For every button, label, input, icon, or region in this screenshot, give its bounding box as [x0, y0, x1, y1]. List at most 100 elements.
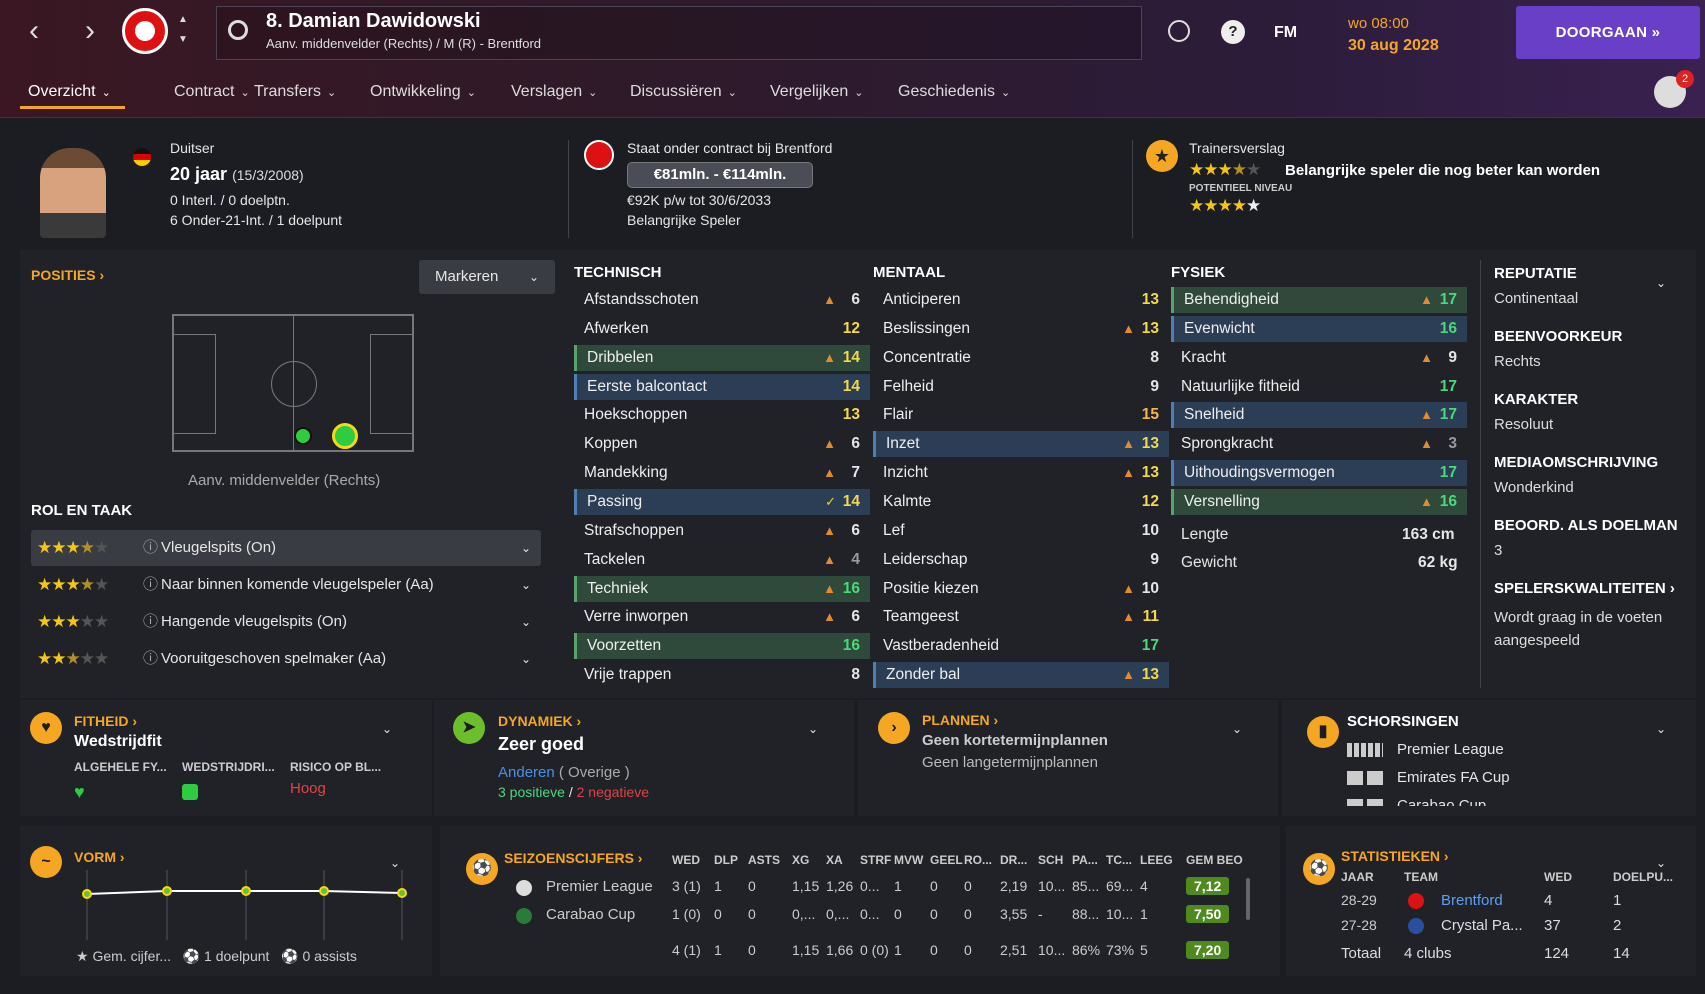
attr-value: 17 — [1439, 291, 1457, 308]
scrollbar[interactable] — [1246, 878, 1250, 920]
attr-value: 7 — [851, 464, 860, 482]
club-badge — [1408, 893, 1424, 909]
season-col-header[interactable]: GEEL — [930, 853, 963, 867]
traits-header[interactable]: SPELERSKWALITEITEN › — [1494, 580, 1675, 597]
attr-row: Evenwicht 16 — [1171, 315, 1467, 342]
stats-total-apps: 124 — [1544, 945, 1570, 962]
season-col-header[interactable]: GEM BEO — [1186, 853, 1243, 867]
tab-verslagen[interactable]: Verslagen ⌄ — [511, 83, 597, 101]
chevron-down-icon[interactable]: ⌄ — [390, 856, 400, 870]
forward-icon[interactable]: › — [76, 16, 104, 46]
mark-dropdown[interactable]: Markeren ⌄ — [419, 260, 555, 294]
chevron-down-icon[interactable]: ⌄ — [1656, 276, 1666, 290]
attr-row: Dribbelen ▲ 14 — [574, 344, 870, 371]
season-col-header[interactable]: TC... — [1106, 853, 1132, 867]
stats-team[interactable]: Crystal Pa... — [1441, 917, 1523, 934]
current-ability-stars: ★★★★★ — [1189, 160, 1261, 179]
tab-ontwikkeling[interactable]: Ontwikkeling ⌄ — [370, 83, 476, 101]
stats-col-header[interactable]: JAAR — [1341, 870, 1374, 884]
season-col-header[interactable]: XA — [826, 853, 843, 867]
season-col-header[interactable]: DR... — [1000, 853, 1027, 867]
chevron-down-icon[interactable]: ⌄ — [382, 722, 392, 736]
season-col-header[interactable]: ASTS — [748, 853, 780, 867]
tab-geschiedenis[interactable]: Geschiedenis ⌄ — [898, 83, 1010, 101]
attr-name: Techniek — [587, 579, 649, 597]
competition-name[interactable]: Carabao Cup — [546, 906, 635, 923]
chevron-down-icon[interactable]: ⌄ — [1656, 856, 1666, 870]
help-icon[interactable]: ? — [1221, 20, 1245, 44]
season-total-cell: 0 — [964, 942, 972, 958]
attr-name: Vastberadenheid — [883, 637, 1000, 655]
season-total-cell: 2,51 — [1000, 942, 1028, 958]
attr-row: Versnelling ▲ 16 — [1171, 488, 1467, 515]
season-col-header[interactable]: SCH — [1038, 853, 1063, 867]
heart-green-icon: ♥ — [74, 782, 85, 802]
tab-overzicht[interactable]: Overzicht ⌄ — [28, 83, 111, 101]
traits-value: Wordt graag in de voeten aangespeeld — [1494, 609, 1663, 649]
attr-name: Vrije trappen — [584, 666, 672, 684]
season-header[interactable]: SEIZOENSCIJFERS › — [504, 850, 642, 866]
attr-value: 11 — [1142, 608, 1159, 626]
season-col-header[interactable]: DLP — [714, 853, 738, 867]
attr-value: 15 — [1141, 406, 1159, 424]
stats-col-header[interactable]: DOELPU... — [1613, 870, 1673, 884]
season-col-header[interactable]: STRF — [860, 853, 891, 867]
plans-header[interactable]: PLANNEN › — [922, 712, 998, 728]
arrow-up-icon: ▲ — [1122, 667, 1135, 683]
attr-value: 4 — [851, 550, 860, 568]
chevron-up-icon[interactable]: ▲ — [178, 14, 188, 25]
fm-logo[interactable]: FM — [1274, 24, 1297, 42]
competition-name[interactable]: Premier League — [546, 878, 653, 895]
tab-vergelijken[interactable]: Vergelijken ⌄ — [770, 83, 864, 101]
form-header[interactable]: VORM › — [74, 849, 125, 865]
role-row[interactable]: ★★★★★ ⓘ Naar binnen komende vleugelspeler … — [31, 567, 541, 603]
role-row[interactable]: ★★★★★ ⓘ Hangende vleugelspits (On) ⌄ — [31, 604, 541, 640]
attr-row: Lef 10 — [873, 518, 1169, 544]
season-cell: 0 — [748, 878, 756, 894]
arrow-up-icon: ▲ — [823, 349, 836, 365]
role-row[interactable]: ★★★★★ ⓘ Vooruitgeschoven spelmaker (Aa) ⌄ — [31, 641, 541, 677]
chevron-down-icon[interactable]: ⌄ — [808, 722, 818, 736]
season-col-header[interactable]: XG — [792, 853, 809, 867]
attr-name: Felheid — [883, 377, 934, 395]
attr-name: Versnelling — [1184, 492, 1260, 510]
season-col-header[interactable]: RO... — [964, 853, 992, 867]
fitness-header[interactable]: FITHEID › — [74, 713, 137, 729]
role-row[interactable]: ★★★★★ ⓘ Vleugelspits (On) ⌄ — [31, 530, 541, 566]
value-pill[interactable]: €81mln. - €114mln. — [627, 162, 813, 188]
tab-discussieren[interactable]: Discussiëren ⌄ — [630, 83, 737, 101]
stats-col-header[interactable]: WED — [1544, 870, 1572, 884]
fitness-col3: RISICO OP BL... — [290, 760, 382, 774]
stats-col-header[interactable]: TEAM — [1404, 870, 1438, 884]
arrow-up-icon: ▲ — [1420, 493, 1433, 509]
season-cell: 0... — [860, 906, 880, 922]
stats-header[interactable]: STATISTIEKEN › — [1341, 848, 1449, 864]
chevron-down-icon[interactable]: ⌄ — [1656, 722, 1666, 736]
divider — [568, 140, 569, 238]
attr-name: Afstandsschoten — [584, 291, 699, 308]
attr-row: Inzicht ▲ 13 — [873, 460, 1169, 486]
positions-header[interactable]: POSITIES › — [31, 267, 104, 283]
stats-team[interactable]: Brentford — [1441, 892, 1503, 909]
ball-icon[interactable] — [1168, 20, 1190, 42]
tab-contract[interactable]: Contract ⌄ — [174, 83, 250, 101]
attr-name: Tackelen — [584, 550, 646, 568]
dynamics-header[interactable]: DYNAMIEK › — [498, 713, 581, 729]
continue-button[interactable]: DOORGAAN » — [1516, 6, 1700, 59]
back-icon[interactable]: ‹ — [20, 16, 48, 46]
tab-transfers[interactable]: Transfers ⌄ — [254, 83, 336, 101]
club-crest[interactable] — [122, 8, 168, 54]
stats-year: 28-29 — [1341, 892, 1377, 908]
contract-club: Staat onder contract bij Brentford — [627, 140, 833, 156]
match-sharpness-icon — [182, 784, 198, 800]
season-total-cell: 86% — [1072, 942, 1101, 958]
arrow-up-icon: ▲ — [1420, 292, 1433, 307]
season-col-header[interactable]: PA... — [1072, 853, 1098, 867]
coach-text: Belangrijke speler die nog beter kan wor… — [1285, 162, 1601, 179]
search-icon[interactable] — [228, 20, 248, 40]
season-col-header[interactable]: LEEG — [1140, 853, 1173, 867]
season-col-header[interactable]: WED — [672, 853, 700, 867]
season-col-header[interactable]: MVW — [894, 853, 923, 867]
chevron-down-icon[interactable]: ▼ — [178, 34, 188, 45]
chevron-down-icon[interactable]: ⌄ — [1232, 722, 1242, 736]
